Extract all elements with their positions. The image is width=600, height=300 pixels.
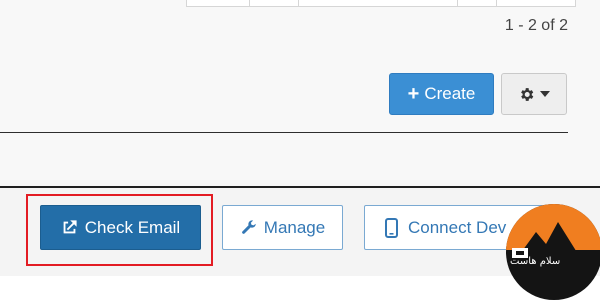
- gear-icon: [521, 87, 534, 101]
- section-divider: [0, 132, 568, 133]
- table-bottom-edge: [186, 0, 576, 7]
- list-panel: 1 - 2 of 2 + Create: [0, 0, 600, 183]
- external-link-icon: [63, 220, 77, 234]
- check-email-label: Check Email: [84, 217, 181, 237]
- wrench-icon: [241, 219, 256, 234]
- create-button-label: Create: [424, 84, 476, 103]
- manage-button[interactable]: Manage: [222, 205, 343, 250]
- connect-devices-label: Connect Dev: [408, 217, 507, 237]
- mobile-icon: [385, 217, 398, 238]
- settings-dropdown-button[interactable]: [501, 73, 567, 115]
- check-email-button[interactable]: Check Email: [40, 205, 201, 250]
- watermark-text: سلام هاست: [510, 256, 561, 267]
- create-button[interactable]: + Create: [389, 73, 494, 115]
- plus-icon: +: [407, 83, 420, 105]
- mountain-icon: [512, 222, 578, 258]
- watermark-logo: سلام هاست: [506, 204, 600, 300]
- caret-down-icon: [540, 90, 550, 97]
- pagination-summary: 1 - 2 of 2: [504, 17, 568, 34]
- manage-label: Manage: [263, 217, 326, 237]
